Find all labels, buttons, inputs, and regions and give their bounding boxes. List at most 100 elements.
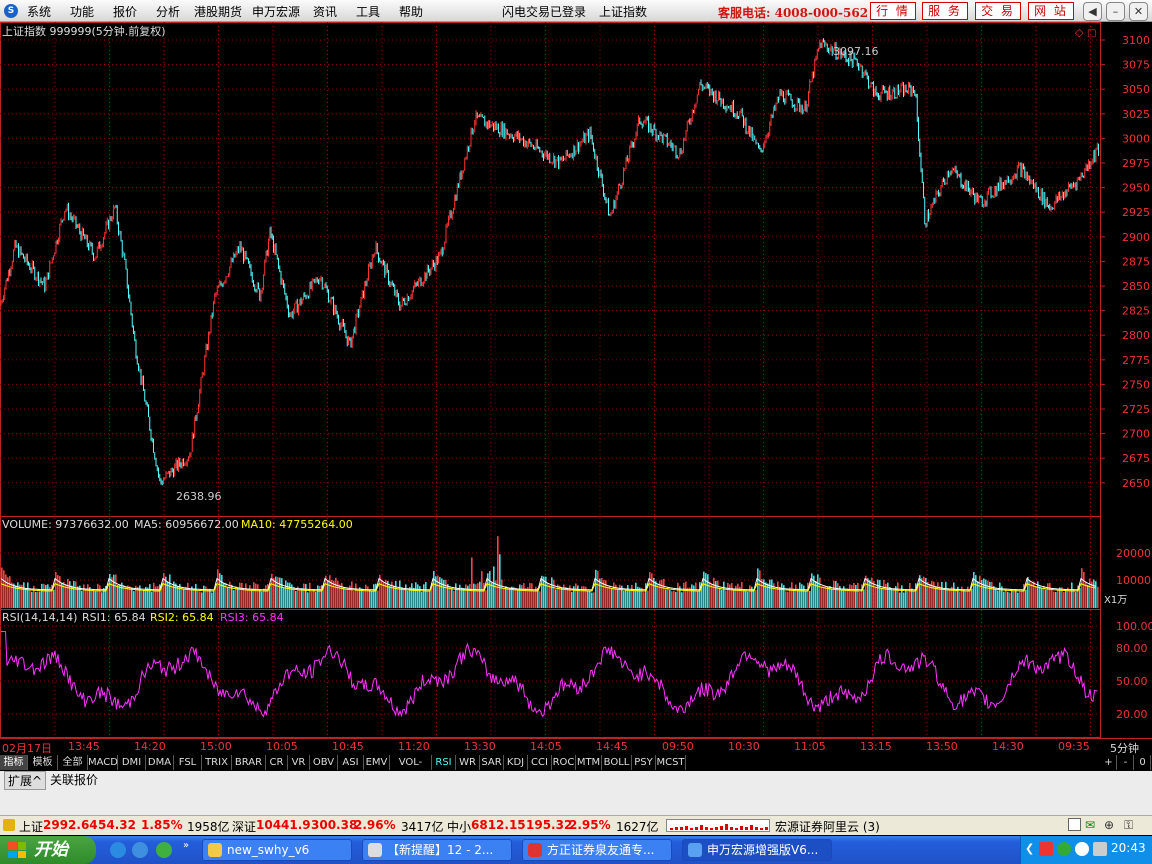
tab-asi[interactable]: ASI — [338, 755, 364, 770]
price-tick-label: 2725 — [1122, 403, 1150, 416]
volume-bar — [501, 579, 503, 608]
breadth-mark — [710, 828, 713, 830]
tab-wr[interactable]: WR — [456, 755, 480, 770]
tab-[interactable]: 指标 — [0, 755, 28, 770]
volume-bar — [747, 591, 749, 608]
refresh-icon[interactable]: ✉ — [1085, 818, 1095, 832]
menu-function[interactable]: 功能 — [70, 3, 94, 20]
browser-icon[interactable] — [132, 842, 148, 858]
tray-expand-icon[interactable]: ❮ — [1025, 842, 1034, 855]
volume-bar — [515, 587, 517, 608]
menu-swhy[interactable]: 申万宏源 — [252, 3, 300, 20]
minimize-icon[interactable]: – — [1106, 2, 1125, 21]
market-button[interactable]: 行 情 — [870, 2, 916, 20]
volume-bar — [243, 589, 245, 608]
tab-fsl[interactable]: FSL — [174, 755, 202, 770]
tab-brar[interactable]: BRAR — [232, 755, 266, 770]
tab-[interactable]: 全部 — [58, 755, 88, 770]
menu-news[interactable]: 资讯 — [313, 3, 337, 20]
tab-vr[interactable]: VR — [288, 755, 310, 770]
zx-price: 6812.15 — [471, 818, 526, 832]
volume-bar — [909, 582, 911, 608]
tab-boll[interactable]: BOLL — [602, 755, 632, 770]
start-button[interactable]: 开始 — [0, 836, 96, 864]
tray-shield-icon[interactable] — [1057, 842, 1071, 856]
price-tick-label: 2775 — [1122, 354, 1150, 367]
quicklaunch-more-icon[interactable]: » — [183, 840, 189, 851]
restore-pane-icon[interactable]: □ — [1087, 28, 1096, 39]
tab-cci[interactable]: CCI — [528, 755, 552, 770]
menu-help[interactable]: 帮助 — [399, 3, 423, 20]
volume-bar — [835, 581, 837, 608]
price-tick-label: 2975 — [1122, 157, 1150, 170]
trade-button[interactable]: 交 易 — [975, 2, 1021, 20]
tab-macd[interactable]: MACD — [88, 755, 118, 770]
volume-bar — [149, 584, 151, 608]
volume-bar — [1043, 585, 1045, 608]
task-founder[interactable]: 方正证券泉友通专... — [522, 839, 672, 861]
diamond-icon[interactable]: ◇ — [1075, 26, 1084, 39]
chrome-icon[interactable] — [156, 842, 172, 858]
volume-ma5-label: MA5: 60956672.00 — [134, 518, 239, 531]
tab-dma[interactable]: DMA — [146, 755, 174, 770]
kline-chart-area[interactable]: 3100 3075 3050 3025 3000 2975 2950 2925 2900 2875… — [0, 22, 1152, 738]
volume-bar — [609, 585, 611, 608]
tab-mcst[interactable]: MCST — [656, 755, 686, 770]
volume-bar — [757, 568, 759, 608]
tab-rsi[interactable]: RSI — [432, 755, 456, 770]
back-icon[interactable]: ◀ — [1083, 2, 1102, 21]
tab-extend[interactable]: 扩展^ — [4, 771, 47, 790]
volume-bar — [989, 581, 991, 608]
tab-control[interactable]: + — [1101, 755, 1117, 770]
tab-roc[interactable]: ROC — [552, 755, 576, 770]
volume-bar — [25, 588, 27, 608]
menu-hk-futures[interactable]: 港股期货 — [194, 3, 242, 20]
volume-bar — [943, 590, 945, 608]
volume-bar — [201, 592, 203, 608]
menu-tools[interactable]: 工具 — [356, 3, 380, 20]
tab-control[interactable]: - — [1118, 755, 1134, 770]
volume-bar — [599, 578, 601, 608]
volume-bar — [59, 575, 61, 608]
task-notify[interactable]: 【新提醒】12 - 2... — [362, 839, 512, 861]
sz-change: 300.38 — [311, 818, 358, 832]
zx-name: 中小 — [447, 820, 472, 834]
tab-mtm[interactable]: MTM — [576, 755, 602, 770]
price-tick-label: 2800 — [1122, 329, 1150, 342]
volume-bar — [121, 582, 123, 608]
sz-percent: 2.96% — [354, 818, 396, 832]
tab-cr[interactable]: CR — [266, 755, 288, 770]
volume-bar — [821, 586, 823, 608]
volume-bar — [125, 586, 127, 608]
menu-analysis[interactable]: 分析 — [156, 3, 180, 20]
tab-sar[interactable]: SAR — [480, 755, 504, 770]
founder-icon — [528, 843, 542, 857]
volume-bar — [799, 582, 801, 608]
tab-related-quotes[interactable]: 关联报价 — [50, 771, 98, 788]
tab-dmi[interactable]: DMI — [118, 755, 146, 770]
volume-icon[interactable] — [1093, 842, 1107, 856]
tab-kdj[interactable]: KDJ — [504, 755, 528, 770]
tab-psy[interactable]: PSY — [632, 755, 656, 770]
tab-control[interactable]: 0 — [1135, 755, 1151, 770]
volume-bar — [871, 577, 873, 608]
task-swhy[interactable]: 申万宏源增强版V6... — [682, 839, 832, 861]
tab-obv[interactable]: OBV — [310, 755, 338, 770]
price-tick-label: 2675 — [1122, 452, 1150, 465]
ie-icon[interactable] — [110, 842, 126, 858]
menu-system[interactable]: 系统 — [27, 3, 51, 20]
menu-quote[interactable]: 报价 — [113, 3, 137, 20]
tab-emv[interactable]: EMV — [364, 755, 390, 770]
price-tick-label: 3075 — [1122, 59, 1150, 72]
tray-net-icon[interactable] — [1075, 842, 1089, 856]
tab-[interactable]: 模板 — [28, 755, 58, 770]
tray-app-icon[interactable] — [1039, 842, 1053, 856]
tab-trix[interactable]: TRIX — [202, 755, 232, 770]
website-button[interactable]: 网 站 — [1028, 2, 1074, 20]
time-label: 13:45 — [68, 740, 100, 753]
window-icon[interactable] — [1068, 818, 1081, 831]
tab-voltdx[interactable]: VOL-TDX — [390, 755, 432, 783]
service-button[interactable]: 服 务 — [922, 2, 968, 20]
close-icon[interactable]: ✕ — [1129, 2, 1148, 21]
task-folder[interactable]: new_swhy_v6 — [202, 839, 352, 861]
